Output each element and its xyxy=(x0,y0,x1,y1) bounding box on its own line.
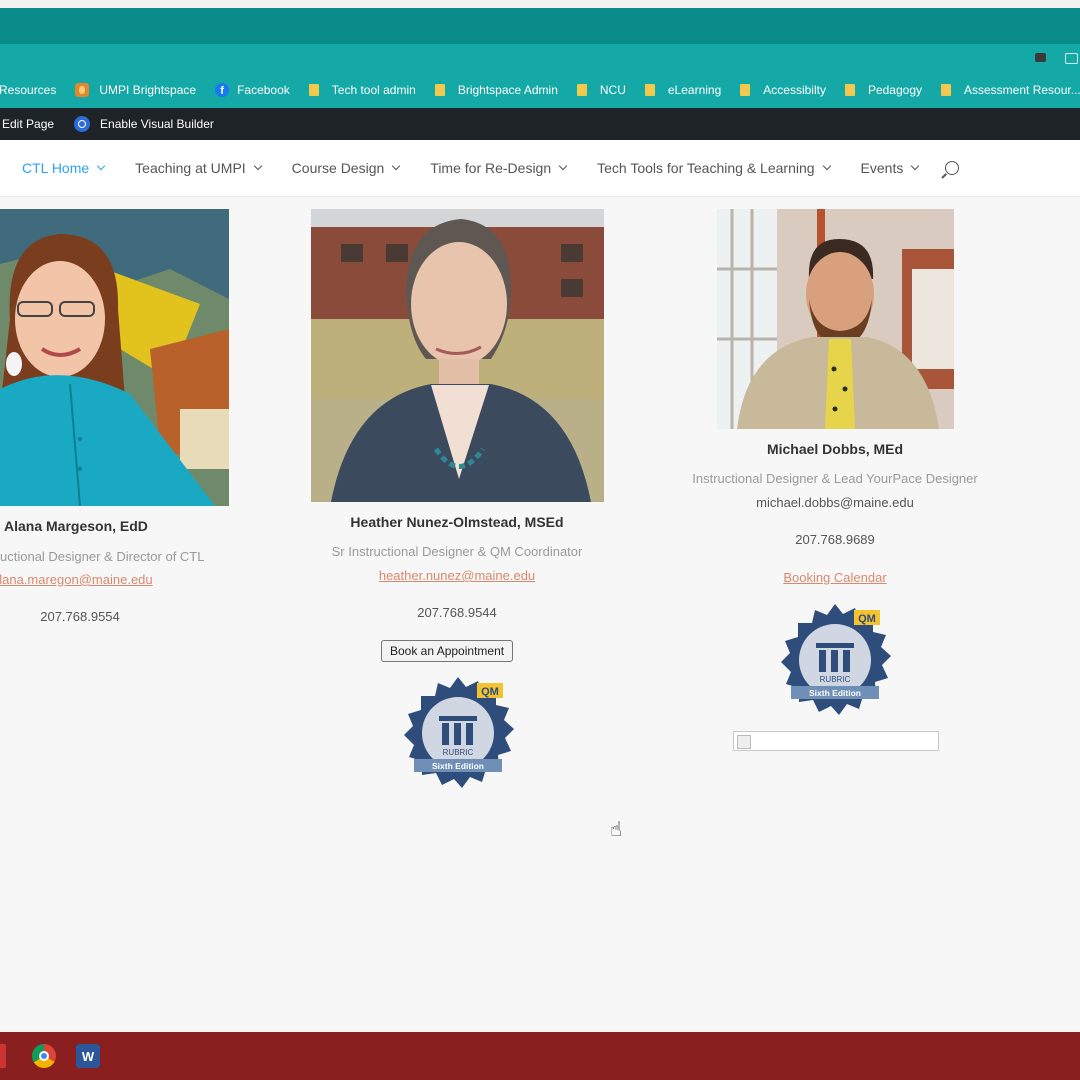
edit-page-link[interactable]: Edit Page xyxy=(2,117,54,131)
book-appointment-button[interactable]: Book an Appointment xyxy=(381,640,514,662)
chevron-down-icon xyxy=(96,161,106,171)
share-icon[interactable] xyxy=(1065,53,1078,64)
chrome-icon[interactable] xyxy=(32,1044,56,1068)
staff-section: Alana Margeson, EdD uctional Designer & … xyxy=(0,197,1080,1032)
portrait-image xyxy=(717,209,954,429)
nav-time-for-redesign[interactable]: Time for Re-Design xyxy=(430,160,568,176)
enable-visual-builder-link[interactable]: Enable Visual Builder xyxy=(74,116,214,132)
portrait-image xyxy=(311,209,604,502)
folder-icon xyxy=(844,84,855,96)
staff-phone-alana: 207.768.9554 xyxy=(40,609,120,624)
browser-toolbar xyxy=(0,44,1080,72)
qm-badge-icon: RUBRIC Sixth Edition QM xyxy=(404,677,514,788)
folder-icon xyxy=(434,84,445,96)
qm-rubric-badge: RUBRIC Sixth Edition QM xyxy=(777,602,893,723)
bookmark-facebook[interactable]: f Facebook xyxy=(215,83,290,97)
staff-name-alana: Alana Margeson, EdD xyxy=(4,518,148,534)
bookmark-elearning[interactable]: eLearning xyxy=(644,83,721,97)
staff-title-heather: Sr Instructional Designer & QM Coordinat… xyxy=(331,544,583,559)
app-icon[interactable] xyxy=(0,1044,6,1068)
staff-photo-michael xyxy=(717,209,954,429)
bookmark-tech-tool-admin[interactable]: Tech tool admin xyxy=(308,83,416,97)
qm-rubric-badge: RUBRIC Sixth Edition QM xyxy=(400,675,516,796)
bookmark-pedagogy[interactable]: Pedagogy xyxy=(844,83,922,97)
booking-calendar-link[interactable]: Booking Calendar xyxy=(685,570,985,585)
bookmark-brightspace-admin[interactable]: Brightspace Admin xyxy=(434,83,558,97)
word-icon[interactable]: W xyxy=(76,1044,100,1068)
folder-icon xyxy=(576,84,587,96)
staff-phone-heather: 207.768.9544 xyxy=(417,605,497,620)
staff-email-alana[interactable]: alana.maregon@maine.edu xyxy=(0,572,170,587)
search-icon[interactable] xyxy=(945,161,960,175)
folder-icon xyxy=(308,84,319,96)
folder-icon xyxy=(740,84,751,96)
wp-admin-bar: Edit Page Enable Visual Builder xyxy=(0,108,1080,140)
nav-ctl-home[interactable]: CTL Home xyxy=(22,160,106,176)
staff-photo-alana xyxy=(0,209,229,506)
extension-icon[interactable] xyxy=(1035,53,1046,62)
staff-email-michael[interactable]: michael.dobbs@maine.edu xyxy=(685,495,985,510)
window-top-strip xyxy=(0,0,1080,8)
staff-photo-heather xyxy=(311,209,604,502)
staff-phone-michael: 207.768.9689 xyxy=(795,532,875,547)
svg-text:QM: QM xyxy=(858,613,876,625)
brightspace-icon xyxy=(75,83,90,97)
folder-icon xyxy=(644,84,655,96)
chevron-down-icon xyxy=(558,161,568,171)
staff-name-michael: Michael Dobbs, MEd xyxy=(766,441,904,457)
facebook-icon: f xyxy=(215,83,230,97)
svg-text:Sixth Edition: Sixth Edition xyxy=(809,688,861,698)
svg-text:Sixth Edition: Sixth Edition xyxy=(432,761,484,771)
bookmark-resources[interactable]: Resources xyxy=(0,83,56,97)
bookmark-assessment-resources[interactable]: Assessment Resour... xyxy=(941,83,1080,97)
broken-image-placeholder xyxy=(733,731,939,751)
qm-badge-icon: RUBRIC Sixth Edition QM xyxy=(781,604,891,715)
screen: Resources UMPI Brightspace f Facebook Te… xyxy=(0,0,1080,1080)
staff-title-michael: Instructional Designer & Lead YourPace D… xyxy=(692,471,978,486)
bookmark-umpi-brightspace[interactable]: UMPI Brightspace xyxy=(75,83,196,97)
staff-email-heather[interactable]: heather.nunez@maine.edu xyxy=(307,568,607,583)
nav-tech-tools[interactable]: Tech Tools for Teaching & Learning xyxy=(597,160,831,176)
portrait-image xyxy=(0,209,229,506)
browser-tab-strip xyxy=(0,8,1080,44)
bookmark-ncu[interactable]: NCU xyxy=(576,83,626,97)
staff-name-heather: Heather Nunez-Olmstead, MSEd xyxy=(350,514,564,530)
folder-icon xyxy=(941,84,951,96)
nav-events[interactable]: Events xyxy=(861,160,920,176)
svg-text:RUBRIC: RUBRIC xyxy=(443,748,474,757)
svg-text:RUBRIC: RUBRIC xyxy=(820,675,851,684)
chevron-down-icon xyxy=(253,161,262,171)
chevron-down-icon xyxy=(392,161,401,171)
staff-title-alana: uctional Designer & Director of CTL xyxy=(0,549,205,564)
bookmarks-bar: Resources UMPI Brightspace f Facebook Te… xyxy=(0,72,1080,108)
nav-teaching-at-umpi[interactable]: Teaching at UMPI xyxy=(135,160,262,176)
svg-text:QM: QM xyxy=(481,686,499,698)
chevron-down-icon xyxy=(911,161,920,171)
site-navigation: CTL Home Teaching at UMPI Course Design … xyxy=(0,140,1080,197)
bookmark-accessibility[interactable]: Accessibilty xyxy=(740,83,826,97)
divi-icon xyxy=(74,116,91,132)
nav-course-design[interactable]: Course Design xyxy=(292,160,401,176)
os-taskbar: W xyxy=(0,1032,1080,1080)
chevron-down-icon xyxy=(822,161,831,171)
hand-cursor-icon: ☝ xyxy=(610,819,623,841)
